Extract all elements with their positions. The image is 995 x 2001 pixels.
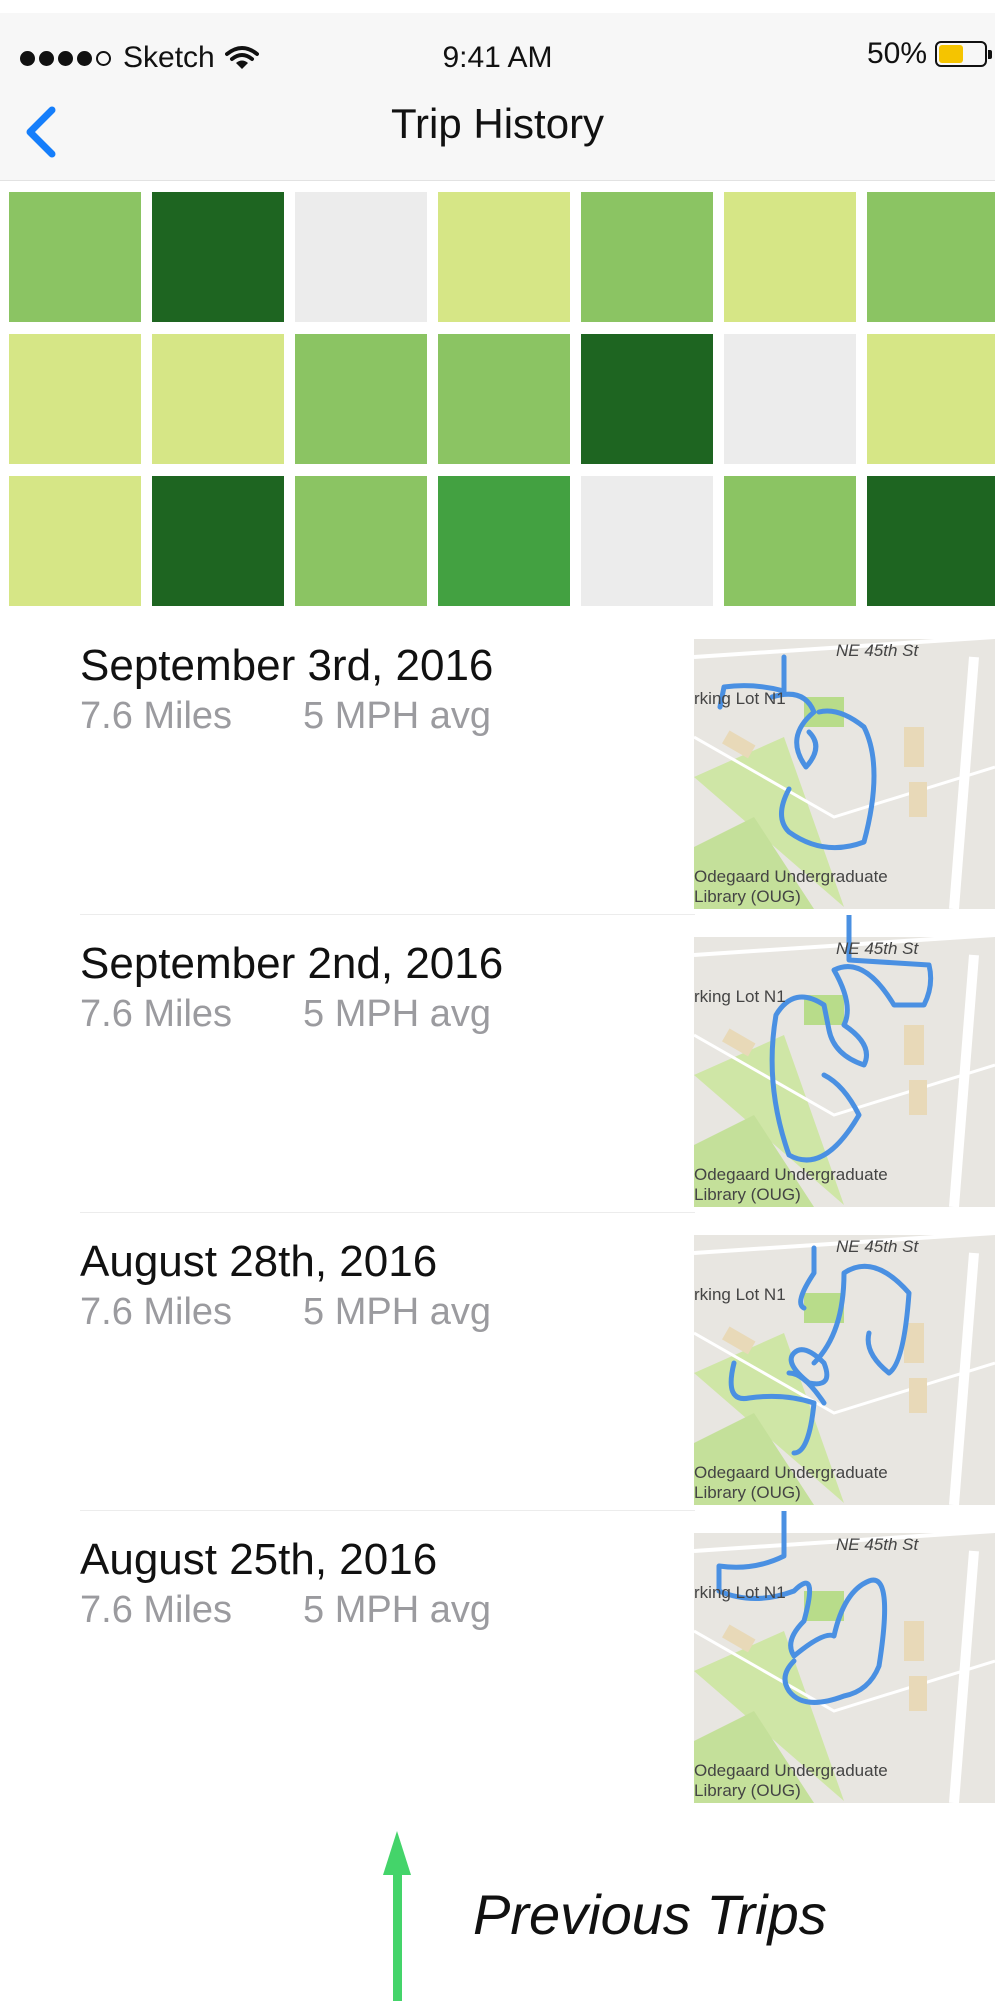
map-label: rking Lot N1 [694, 987, 786, 1006]
trip-map-thumbnail[interactable]: NE 45th St rking Lot N1 Odegaard Undergrad… [694, 1511, 995, 1803]
activity-day-cell[interactable] [9, 192, 141, 322]
trip-map-thumbnail[interactable]: NE 45th St rking Lot N1 Odegaard Undergrad… [694, 915, 995, 1207]
trip-distance: 7.6 Miles [80, 993, 233, 1035]
map-label: Odegaard Undergraduate [694, 1463, 888, 1482]
activity-day-cell[interactable] [581, 192, 713, 322]
battery-icon [935, 41, 992, 67]
trip-date: August 28th, 2016 [80, 1237, 438, 1286]
trip-distance: 7.6 Miles [80, 695, 233, 737]
map-label: Odegaard Undergraduate [694, 867, 888, 886]
map-label: rking Lot N1 [694, 1285, 786, 1304]
activity-day-cell[interactable] [867, 476, 995, 606]
trip-distance: 7.6 Miles [80, 1291, 233, 1333]
map-label: NE 45th St [836, 641, 919, 660]
trip-row[interactable]: August 25th, 2016 7.6 Miles 5 MPH avg NE 45… [0, 1511, 995, 1809]
activity-day-cell[interactable] [581, 334, 713, 464]
trip-row[interactable]: August 28th, 2016 7.6 Miles 5 MPH avg NE 45… [0, 1213, 995, 1511]
annotation-caption: Previous Trips [473, 1883, 827, 1946]
activity-day-cell[interactable] [438, 334, 570, 464]
activity-day-cell[interactable] [724, 476, 856, 606]
page-title: Trip History [390, 100, 605, 147]
map-label: Library (OUG) [694, 1781, 801, 1800]
activity-day-cell[interactable] [867, 192, 995, 322]
trip-date: September 2nd, 2016 [80, 939, 504, 988]
clock: 9:41 AM [442, 41, 553, 74]
trip-date: September 3rd, 2016 [80, 641, 494, 690]
activity-grid [9, 192, 995, 606]
activity-day-cell[interactable] [867, 334, 995, 464]
map-label: Odegaard Undergraduate [694, 1761, 888, 1780]
map-label: rking Lot N1 [694, 689, 786, 708]
activity-day-cell[interactable] [152, 476, 284, 606]
activity-day-cell[interactable] [438, 192, 570, 322]
map-label: Odegaard Undergraduate [694, 1165, 888, 1184]
trip-map-thumbnail[interactable]: NE 45th St rking Lot N1 Odegaard Undergrad… [694, 1213, 995, 1505]
trip-row[interactable]: September 3rd, 2016 7.6 Miles 5 MPH avg NE … [0, 617, 995, 915]
activity-day-cell[interactable] [9, 334, 141, 464]
battery-group: 50% [866, 37, 992, 71]
trip-speed: 5 MPH avg [303, 1291, 491, 1333]
trip-speed: 5 MPH avg [303, 1589, 491, 1631]
activity-day-cell[interactable] [152, 192, 284, 322]
activity-day-cell[interactable] [152, 334, 284, 464]
trip-date: August 25th, 2016 [80, 1535, 438, 1584]
map-label: Library (OUG) [694, 1185, 801, 1204]
trip-distance: 7.6 Miles [80, 1589, 233, 1631]
status-bar: Sketch 9:41 AM 50% [0, 13, 995, 74]
activity-day-cell[interactable] [724, 334, 856, 464]
trip-row[interactable]: September 2nd, 2016 7.6 Miles 5 MPH avg NE … [0, 915, 995, 1213]
map-label: NE 45th St [836, 1535, 919, 1554]
activity-day-cell[interactable] [295, 192, 427, 322]
trip-speed: 5 MPH avg [303, 993, 491, 1035]
activity-day-cell[interactable] [581, 476, 713, 606]
trip-map-thumbnail[interactable]: NE 45th St rking Lot N1 Odegaard Undergrad… [694, 617, 995, 909]
activity-day-cell[interactable] [9, 476, 141, 606]
map-label: Library (OUG) [694, 887, 801, 906]
map-label: NE 45th St [836, 939, 919, 958]
activity-day-cell[interactable] [295, 334, 427, 464]
activity-day-cell[interactable] [724, 192, 856, 322]
activity-day-cell[interactable] [438, 476, 570, 606]
activity-day-cell[interactable] [295, 476, 427, 606]
battery-percent: 50% [866, 37, 927, 70]
map-label: NE 45th St [836, 1237, 919, 1256]
map-label: Library (OUG) [694, 1483, 801, 1502]
trip-speed: 5 MPH avg [303, 695, 491, 737]
trip-history-screen: Sketch 9:41 AM 50% Trip History Septembe… [0, 0, 995, 1803]
map-label: rking Lot N1 [694, 1583, 786, 1602]
